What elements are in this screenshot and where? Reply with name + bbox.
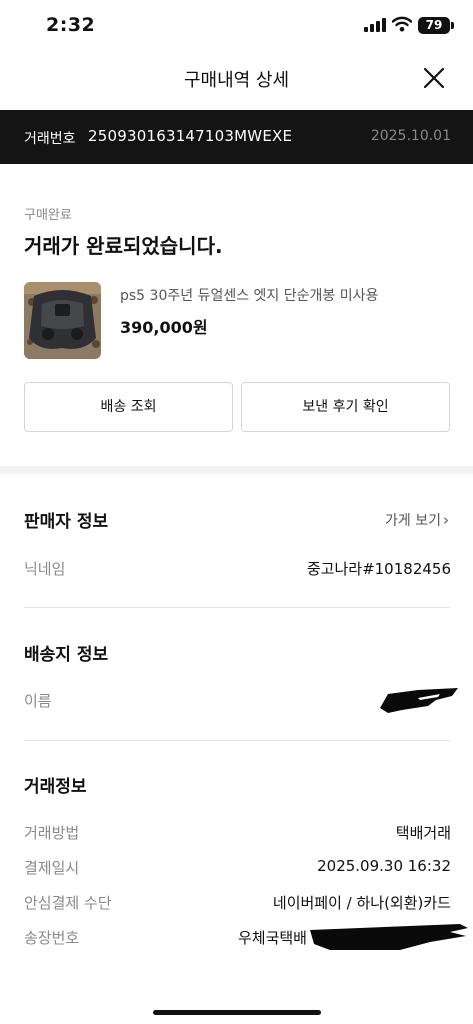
transaction-bar: 거래번호 250930163147103MWEXE 2025.10.01	[0, 110, 473, 164]
divider	[24, 740, 450, 741]
close-icon[interactable]	[420, 64, 448, 92]
product-name[interactable]: ps5 30주년 듀얼센스 엣지 단순개봉 미사용	[120, 285, 378, 305]
signal-icon	[364, 18, 386, 32]
tracking-number-label: 송장번호	[24, 929, 80, 947]
product-thumbnail[interactable]	[24, 282, 101, 359]
purchase-status-message: 거래가 완료되었습니다.	[24, 234, 223, 258]
sent-review-button[interactable]: 보낸 후기 확인	[241, 382, 450, 432]
seller-info-title: 판매자 정보	[24, 512, 109, 532]
payment-date-value: 2025.09.30 16:32	[317, 857, 451, 875]
product-price: 390,000원	[120, 318, 208, 337]
recipient-name-label: 이름	[24, 692, 52, 710]
trade-method-value: 택배거래	[395, 824, 451, 842]
transaction-number: 250930163147103MWEXE	[88, 127, 293, 145]
trade-method-label: 거래방법	[24, 824, 80, 842]
trade-info-title: 거래정보	[24, 777, 87, 797]
section-divider	[0, 466, 473, 474]
view-store-link[interactable]: 가게 보기 ›	[385, 510, 449, 530]
chevron-right-icon: ›	[443, 511, 449, 529]
home-indicator	[153, 1010, 321, 1015]
payment-method-label: 안심결제 수단	[24, 894, 112, 912]
header: 구매내역 상세	[0, 52, 473, 108]
wifi-icon	[392, 16, 412, 32]
status-bar: 2:32 79	[0, 0, 473, 52]
transaction-label: 거래번호	[24, 131, 76, 147]
shipping-info-title: 배송지 정보	[24, 645, 109, 665]
redacted-tracking-number	[310, 924, 468, 950]
view-store-label: 가게 보기	[385, 513, 441, 529]
nickname-value: 중고나라#10182456	[306, 560, 451, 578]
transaction-date: 2025.10.01	[370, 128, 451, 144]
shipping-track-button[interactable]: 배송 조회	[24, 382, 233, 432]
payment-date-label: 결제일시	[24, 859, 80, 877]
divider	[24, 607, 450, 608]
purchase-status-label: 구매완료	[24, 208, 72, 223]
nickname-label: 닉네임	[24, 560, 66, 578]
redacted-name	[380, 688, 458, 713]
battery-icon: 79	[418, 17, 454, 34]
courier-name: 우체국택배	[237, 929, 307, 947]
status-time: 2:32	[46, 14, 96, 36]
payment-method-value: 네이버페이 / 하나(외환)카드	[272, 894, 451, 912]
page-title: 구매내역 상세	[183, 70, 290, 91]
